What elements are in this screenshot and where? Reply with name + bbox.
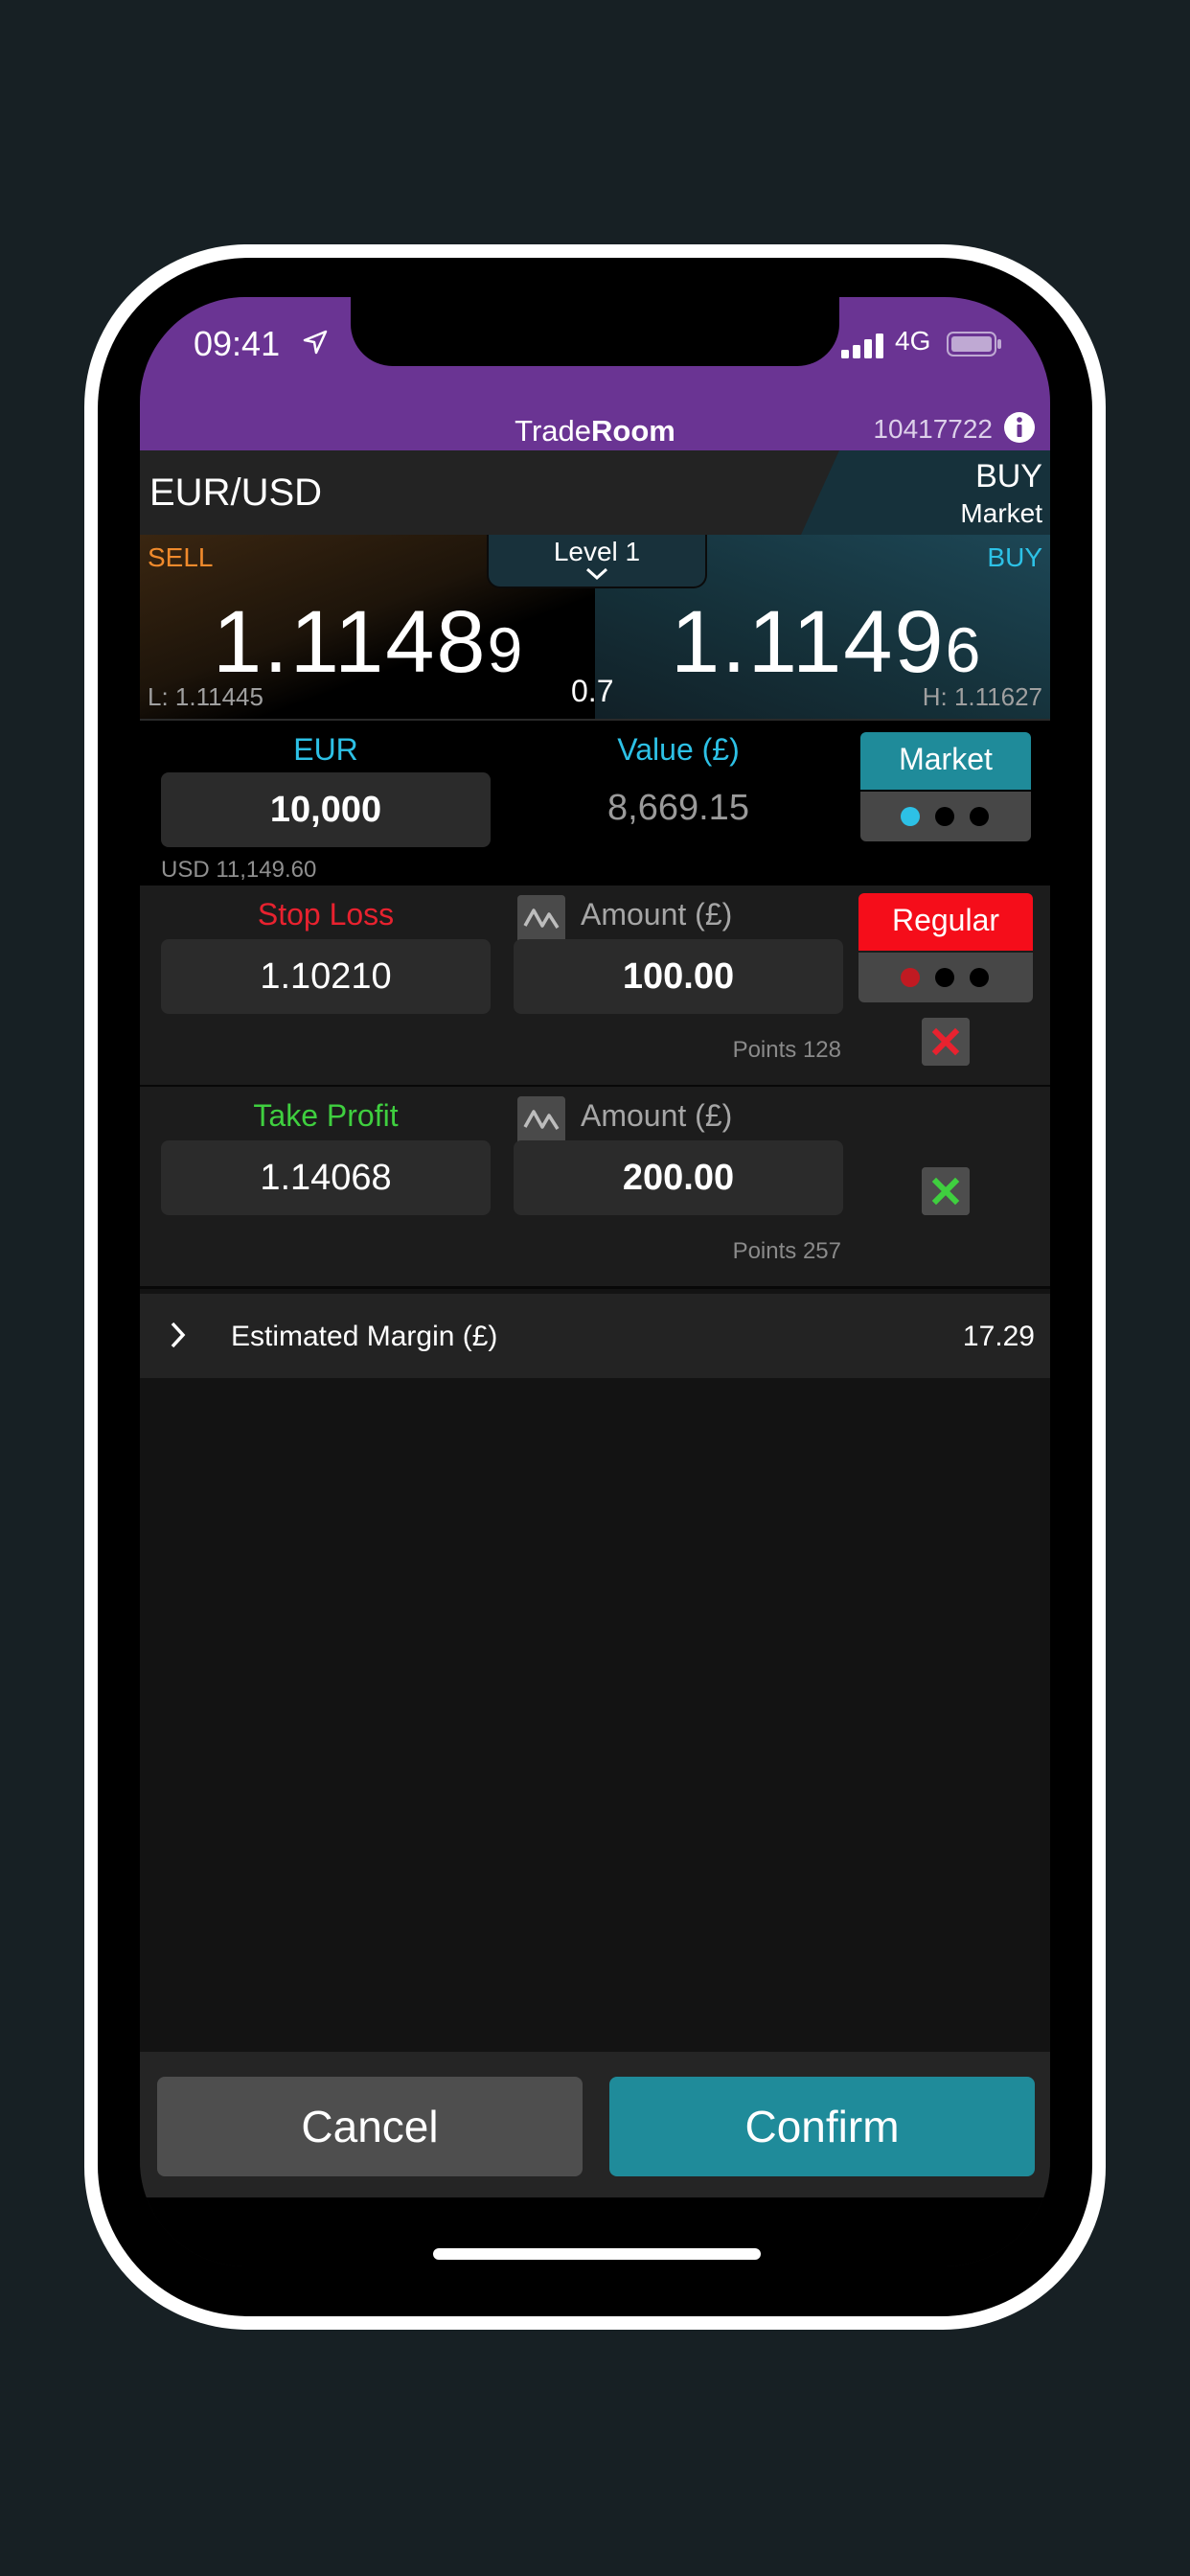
- take-profit-row: Take Profit 1.14068 Amount (£) 200.00 Po…: [140, 1087, 1050, 1289]
- take-profit-amount-label: Amount (£): [581, 1098, 733, 1133]
- spread-value: 0.7: [571, 674, 614, 708]
- take-profit-label: Take Profit: [253, 1098, 399, 1133]
- stop-loss-amount-label: Amount (£): [581, 897, 733, 932]
- regular-stop-button[interactable]: Regular: [858, 893, 1033, 951]
- estimated-margin-row[interactable]: Estimated Margin (£) 17.29: [140, 1294, 1050, 1378]
- signal-icon: [841, 334, 883, 358]
- market-order-button[interactable]: Market: [860, 732, 1031, 790]
- value-label: Value (£): [617, 732, 740, 767]
- price-amount-toggle-icon[interactable]: [517, 1096, 565, 1144]
- usd-equivalent: USD 11,149.60: [161, 857, 317, 883]
- buy-price-main: 1.1149: [671, 593, 946, 691]
- stop-loss-label: Stop Loss: [257, 897, 395, 932]
- home-indicator[interactable]: [433, 2248, 761, 2260]
- status-bar: 09:41 4G TradeRoom 10417722: [140, 297, 1050, 450]
- take-profit-amount-input[interactable]: 200.00: [514, 1140, 843, 1215]
- low-price: L: 1.11445: [148, 682, 263, 711]
- order-type-selector[interactable]: [860, 792, 1031, 841]
- buy-label: BUY: [987, 542, 1042, 572]
- cancel-button[interactable]: Cancel: [157, 2077, 583, 2176]
- price-amount-toggle-icon[interactable]: [517, 895, 565, 943]
- brand-light: Trade: [515, 414, 591, 448]
- instrument-bar: EUR/USD BUY Market: [140, 450, 1050, 535]
- stop-loss-row: Stop Loss 1.10210 Amount (£) 100.00 Poin…: [140, 886, 1050, 1088]
- location-arrow-icon: [303, 330, 328, 355]
- sell-price: 1.11489: [213, 592, 524, 693]
- value-amount: 8,669.15: [607, 788, 749, 828]
- action-bar: Cancel Confirm: [140, 2052, 1050, 2197]
- page-dot: [970, 807, 989, 826]
- level-label: Level 1: [553, 537, 641, 566]
- take-profit-price-input[interactable]: 1.14068: [161, 1140, 491, 1215]
- battery-icon: [947, 332, 1001, 356]
- quantity-input[interactable]: 10,000: [161, 772, 491, 847]
- stop-type-selector[interactable]: [858, 953, 1033, 1002]
- status-time: 09:41: [194, 324, 281, 363]
- app-screen: 09:41 4G TradeRoom 10417722 EUR/USD BUY …: [140, 297, 1050, 2266]
- instrument-pair[interactable]: EUR/USD: [149, 472, 322, 515]
- page-dot: [970, 968, 989, 987]
- sell-price-main: 1.1148: [213, 593, 488, 691]
- sell-label: SELL: [148, 542, 214, 572]
- remove-take-profit-icon[interactable]: [922, 1167, 970, 1215]
- buy-price-pip: 6: [945, 614, 983, 685]
- page-dot-active: [901, 968, 920, 987]
- notch: [351, 297, 839, 366]
- sell-price-pip: 9: [487, 614, 525, 685]
- page-dot: [935, 968, 954, 987]
- estimated-margin-label: Estimated Margin (£): [231, 1321, 498, 1352]
- stop-loss-amount-input[interactable]: 100.00: [514, 939, 843, 1014]
- account-number: 10417722: [873, 414, 993, 444]
- brand-bold: Room: [591, 414, 675, 448]
- buy-price: 1.11496: [671, 592, 982, 693]
- currency-label: EUR: [293, 732, 358, 767]
- chevron-down-icon: [585, 567, 608, 581]
- page-dot: [935, 807, 954, 826]
- stop-loss-price-input[interactable]: 1.10210: [161, 939, 491, 1014]
- page-dot-active: [901, 807, 920, 826]
- order-type: Market: [960, 498, 1042, 528]
- remove-stop-loss-icon[interactable]: [922, 1018, 970, 1066]
- confirm-button[interactable]: Confirm: [609, 2077, 1035, 2176]
- size-row: EUR 10,000 USD 11,149.60 Value (£) 8,669…: [140, 719, 1050, 886]
- estimated-margin-value: 17.29: [962, 1321, 1035, 1352]
- info-icon[interactable]: [1002, 410, 1037, 445]
- quote-panel: SELL 1.11489 L: 1.11445 BUY H: 1.11627 1…: [140, 535, 1050, 719]
- order-direction: BUY: [975, 458, 1042, 494]
- stop-loss-points: Points 128: [732, 1037, 841, 1063]
- level-selector[interactable]: Level 1: [487, 535, 707, 588]
- chevron-right-icon: [171, 1322, 186, 1348]
- take-profit-points: Points 257: [732, 1238, 841, 1264]
- network-type: 4G: [895, 326, 931, 356]
